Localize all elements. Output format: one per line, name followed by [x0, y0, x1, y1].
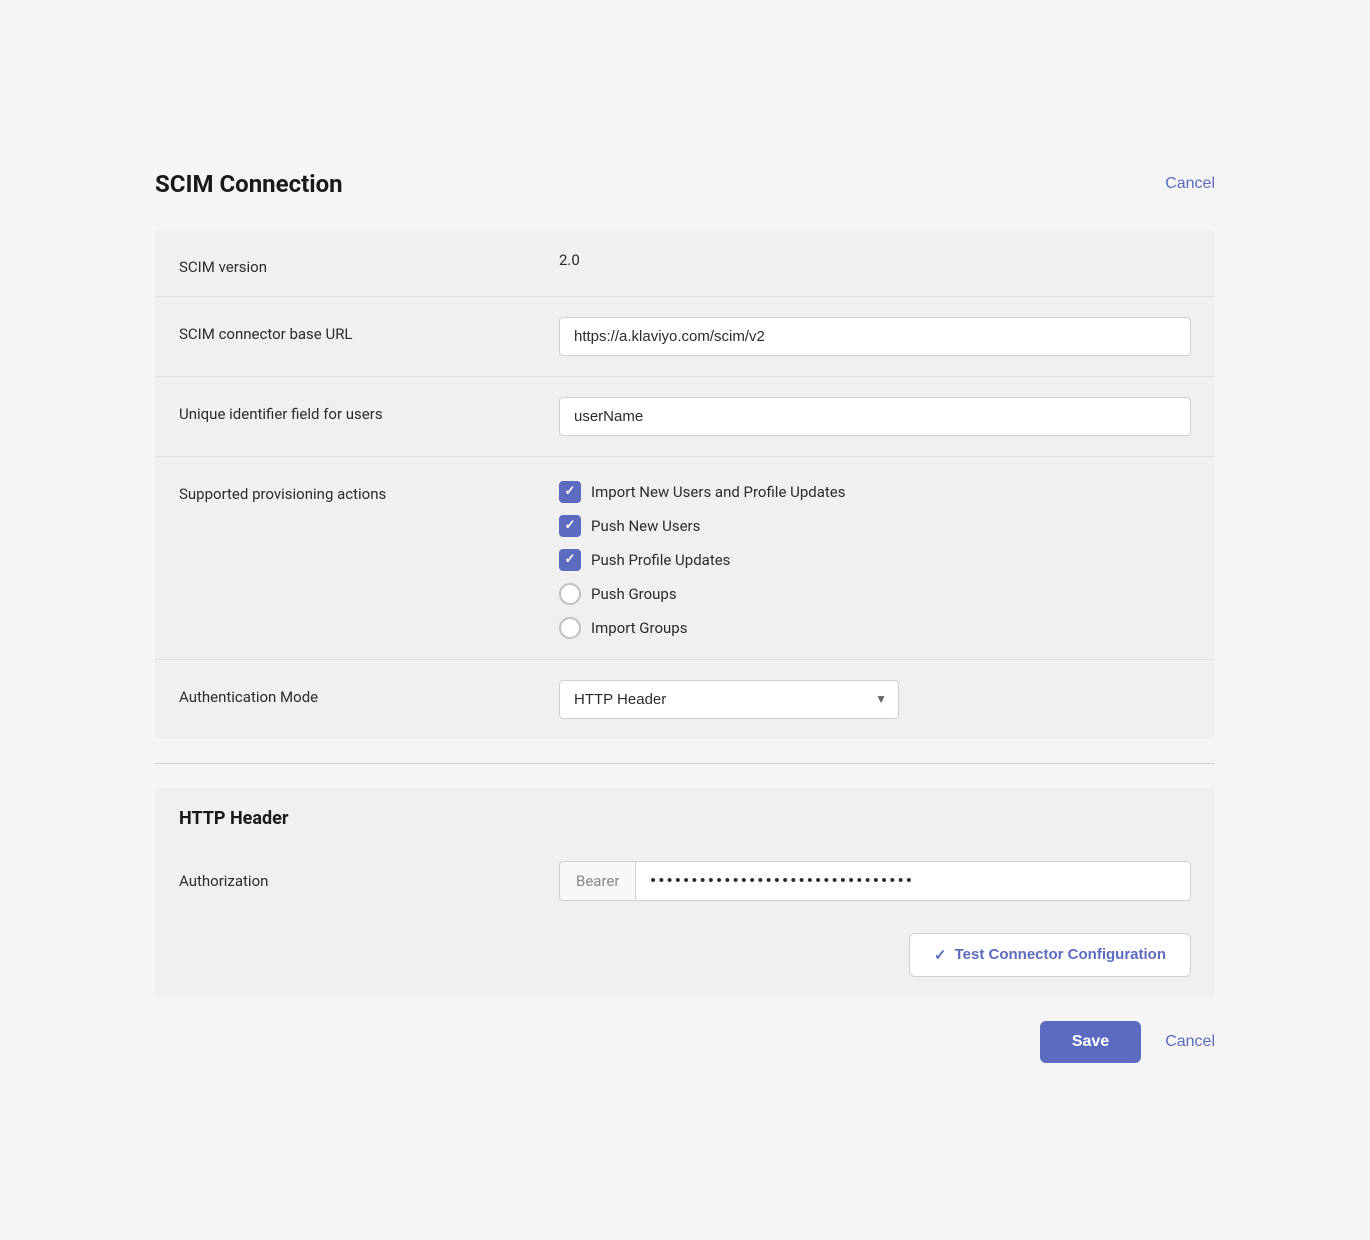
cancel-button-top[interactable]: Cancel [1165, 175, 1215, 193]
http-header-section: HTTP Header Authorization Bearer ✓ Test … [155, 788, 1215, 997]
save-button[interactable]: Save [1040, 1021, 1141, 1063]
checkmark: ✓ [565, 552, 576, 567]
cancel-button-bottom[interactable]: Cancel [1165, 1033, 1215, 1051]
checkbox-label-push-new-users: Push New Users [591, 517, 700, 535]
auth-mode-value: HTTP Header OAuth Basic Auth ▼ [559, 680, 1191, 719]
authorization-label: Authorization [179, 872, 559, 890]
scim-url-input[interactable] [559, 317, 1191, 356]
checkbox-icon-import-groups [559, 617, 581, 639]
scim-version-label: SCIM version [179, 250, 559, 276]
scim-version-static: 2.0 [559, 243, 580, 269]
unique-identifier-input[interactable] [559, 397, 1191, 436]
form-section: SCIM version 2.0 SCIM connector base URL… [155, 230, 1215, 739]
check-icon: ✓ [934, 946, 947, 964]
checkmark: ✓ [565, 484, 576, 499]
section-divider [155, 763, 1215, 764]
checkmark: ✓ [565, 518, 576, 533]
checkbox-push-profile-updates[interactable]: ✓ Push Profile Updates [559, 549, 1191, 571]
checkbox-group: ✓ Import New Users and Profile Updates ✓… [559, 477, 1191, 639]
authorization-input-group: Bearer [559, 861, 1191, 901]
checkbox-label-import-new-users: Import New Users and Profile Updates [591, 483, 846, 501]
unique-identifier-value [559, 397, 1191, 436]
checkbox-icon-push-groups [559, 583, 581, 605]
auth-mode-select-wrapper: HTTP Header OAuth Basic Auth ▼ [559, 680, 899, 719]
auth-mode-label: Authentication Mode [179, 680, 559, 706]
auth-mode-row: Authentication Mode HTTP Header OAuth Ba… [155, 660, 1215, 739]
footer-actions: Save Cancel [155, 1021, 1215, 1063]
scim-url-label: SCIM connector base URL [179, 317, 559, 343]
auth-mode-select[interactable]: HTTP Header OAuth Basic Auth [559, 680, 899, 719]
scim-url-value [559, 317, 1191, 356]
checkbox-icon-push-profile-updates: ✓ [559, 549, 581, 571]
checkbox-label-push-profile-updates: Push Profile Updates [591, 551, 730, 569]
http-header-title: HTTP Header [155, 788, 1215, 845]
authorization-password-input[interactable] [636, 862, 1190, 900]
checkbox-label-push-groups: Push Groups [591, 585, 677, 603]
checkbox-push-new-users[interactable]: ✓ Push New Users [559, 515, 1191, 537]
test-connector-row: ✓ Test Connector Configuration [155, 925, 1215, 997]
provisioning-actions-row: Supported provisioning actions ✓ Import … [155, 457, 1215, 660]
bearer-prefix: Bearer [560, 862, 636, 900]
test-connector-label: Test Connector Configuration [955, 946, 1166, 963]
scim-version-value: 2.0 [559, 250, 1191, 269]
checkbox-push-groups[interactable]: Push Groups [559, 583, 1191, 605]
test-connector-button[interactable]: ✓ Test Connector Configuration [909, 933, 1191, 977]
scim-connection-modal: SCIM Connection Cancel SCIM version 2.0 … [115, 138, 1255, 1103]
checkbox-import-groups[interactable]: Import Groups [559, 617, 1191, 639]
checkbox-label-import-groups: Import Groups [591, 619, 687, 637]
scim-version-row: SCIM version 2.0 [155, 230, 1215, 297]
provisioning-actions-label: Supported provisioning actions [179, 477, 559, 503]
unique-identifier-row: Unique identifier field for users [155, 377, 1215, 457]
modal-header: SCIM Connection Cancel [155, 170, 1215, 198]
provisioning-actions-value: ✓ Import New Users and Profile Updates ✓… [559, 477, 1191, 639]
unique-identifier-label: Unique identifier field for users [179, 397, 559, 423]
checkbox-icon-import-new-users: ✓ [559, 481, 581, 503]
scim-url-row: SCIM connector base URL [155, 297, 1215, 377]
checkbox-icon-push-new-users: ✓ [559, 515, 581, 537]
checkbox-import-new-users[interactable]: ✓ Import New Users and Profile Updates [559, 481, 1191, 503]
authorization-row: Authorization Bearer [155, 845, 1215, 925]
modal-title: SCIM Connection [155, 170, 343, 198]
